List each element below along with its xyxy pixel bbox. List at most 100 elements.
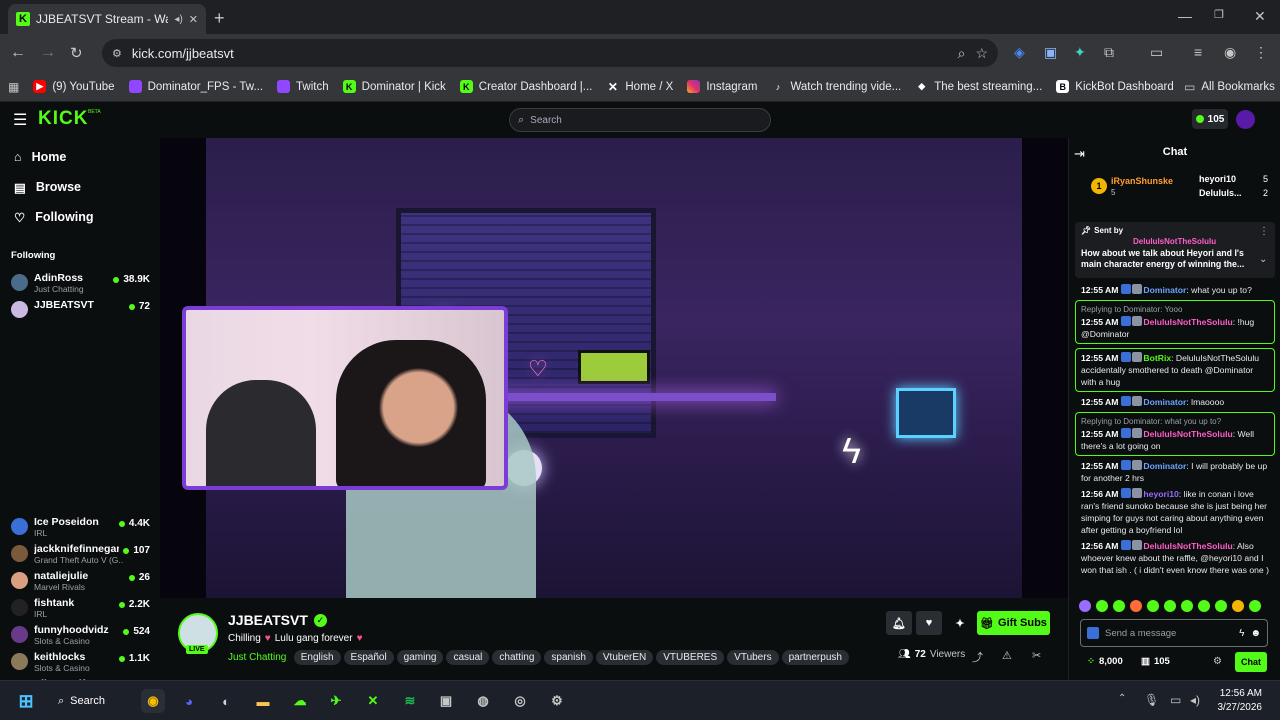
chevron-down-icon[interactable]: ⌄: [1259, 254, 1267, 265]
following-channel[interactable]: AdinRoss Just Chatting 38.9K: [0, 269, 160, 296]
extension-3-icon[interactable]: ✦: [1074, 44, 1086, 61]
close-tab-icon[interactable]: ✕: [189, 13, 198, 26]
stream-tag[interactable]: gaming: [396, 650, 444, 665]
stream-tag[interactable]: casual: [446, 650, 490, 665]
chat-input[interactable]: Send a message ϟ ☻: [1080, 619, 1268, 647]
chat-message[interactable]: 12:55 AM BotRix: DeluluIsNotTheSolulu acc…: [1075, 348, 1275, 392]
new-tab-icon[interactable]: +: [214, 8, 225, 29]
emote-icon[interactable]: [1232, 600, 1244, 612]
stream-tag[interactable]: VTubers: [727, 650, 779, 665]
chat-input-placeholder[interactable]: Send a message: [1105, 628, 1233, 639]
pinned-message[interactable]: 📌︎ Sent by DeluluIsNotTheSolulu How about…: [1075, 222, 1275, 278]
leader-name[interactable]: heyori10: [1199, 174, 1236, 184]
chevron-up-icon[interactable]: ⌃: [1118, 693, 1126, 704]
user-avatar[interactable]: [1236, 110, 1255, 129]
message-user[interactable]: Dominator: [1143, 397, 1186, 407]
chat-message[interactable]: 12:55 AM Dominator: I will probably be up…: [1069, 460, 1280, 484]
chat-settings-icon[interactable]: ⚙: [1213, 656, 1222, 667]
extensions-puzzle-icon[interactable]: ⧉: [1104, 44, 1114, 61]
url-text[interactable]: kick.com/jjbeatsvt: [132, 46, 948, 61]
more-options-icon[interactable]: ⋮: [1259, 226, 1269, 237]
emote-icon[interactable]: [1249, 600, 1261, 612]
kick-logo[interactable]: KICK: [38, 108, 88, 130]
following-channel[interactable]: keithlocks Slots & Casino 1.1K: [0, 648, 160, 675]
sub-count[interactable]: ▥ 105: [1141, 656, 1170, 667]
bookmark-item[interactable]: Dominator_FPS - Tw...: [128, 80, 263, 93]
stream-tag[interactable]: spanish: [544, 650, 593, 665]
message-user[interactable]: DeluluIsNotTheSolulu: [1143, 429, 1232, 439]
bookmark-item[interactable]: ▶ (9) YouTube: [33, 80, 115, 93]
obs-icon[interactable]: ◎: [508, 689, 532, 713]
nav-browse[interactable]: ▤ Browse: [0, 172, 160, 202]
following-channel[interactable]: nataliejulie Marvel Rivals 26: [0, 567, 160, 594]
network-icon[interactable]: ▭: [1170, 693, 1181, 707]
clip-icon[interactable]: ✂: [1032, 649, 1041, 662]
restore-icon[interactable]: ❐: [1214, 8, 1224, 21]
stream-tag[interactable]: VtuberEN: [595, 650, 654, 665]
chat-message[interactable]: Replying to Dominator: Yooo 12:55 AM Delul…: [1075, 300, 1275, 344]
emote-icon[interactable]: [1130, 600, 1142, 612]
share-icon[interactable]: ⤴: [972, 649, 983, 665]
chat-message[interactable]: Replying to Dominator: what you up to? 12…: [1075, 412, 1275, 456]
bookmark-item[interactable]: ♪ Watch trending vide...: [771, 80, 902, 93]
microphone-icon[interactable]: 🎙︎: [1144, 693, 1159, 707]
site-info-icon[interactable]: ⚙: [112, 47, 122, 60]
menu-dots-icon[interactable]: ⋮: [1254, 44, 1268, 61]
spotify-icon[interactable]: ≋: [398, 689, 422, 713]
notification-button[interactable]: 🔔︎: [886, 611, 912, 635]
volume-icon[interactable]: ◂): [1190, 693, 1200, 707]
leader-name[interactable]: Delululs...: [1199, 188, 1242, 198]
app-icon[interactable]: ◍: [471, 689, 495, 713]
mute-icon[interactable]: ◂): [174, 14, 182, 25]
bookmark-item[interactable]: Twitch: [277, 80, 329, 93]
extension-1-icon[interactable]: ◈: [1014, 44, 1025, 61]
chat-message[interactable]: 12:56 AM heyori10: like in conan i love r…: [1069, 488, 1280, 536]
emote-icon[interactable]: [1164, 600, 1176, 612]
stream-tag[interactable]: partnerpush: [781, 650, 849, 665]
windows-start-icon[interactable]: ⊞: [14, 689, 38, 713]
message-user[interactable]: DeluluIsNotTheSolulu: [1143, 317, 1232, 327]
bookmark-item[interactable]: ◆ The best streaming...: [915, 80, 1042, 93]
apps-grid-icon[interactable]: ▦: [8, 80, 19, 94]
report-icon[interactable]: ⚠: [1002, 649, 1012, 662]
following-channel[interactable]: Ice Poseidon IRL 4.4K: [0, 513, 160, 540]
nav-home[interactable]: ⌂ Home: [0, 142, 160, 172]
send-chat-button[interactable]: Chat: [1235, 652, 1267, 672]
message-user[interactable]: BotRix: [1143, 353, 1171, 363]
message-user[interactable]: Dominator: [1143, 285, 1186, 295]
bookmark-item[interactable]: ✕ Home / X: [606, 80, 673, 94]
browser-tab[interactable]: K JJBEATSVT Stream - Watch ◂) ✕: [8, 4, 206, 34]
following-channel[interactable]: JJBEATSVT 72: [0, 296, 160, 323]
media-controls-icon[interactable]: ≡: [1194, 44, 1202, 60]
reload-icon[interactable]: ↻: [70, 44, 83, 62]
zoom-icon[interactable]: ⌕: [958, 45, 966, 62]
follow-button[interactable]: ♥: [916, 611, 942, 635]
nav-following[interactable]: ♡ Following: [0, 202, 160, 232]
kick-app-icon[interactable]: ✈: [324, 689, 348, 713]
emote-icon[interactable]: [1215, 600, 1227, 612]
following-channel[interactable]: funnyhoodvidz Slots & Casino 524: [0, 621, 160, 648]
chat-message[interactable]: 12:56 AM DeluluIsNotTheSolulu: Also whoev…: [1069, 540, 1280, 576]
minimize-icon[interactable]: —: [1178, 8, 1192, 24]
stream-tag[interactable]: Español: [343, 650, 394, 665]
stream-tag[interactable]: VTUBERES: [656, 650, 725, 665]
emote-icon[interactable]: [1198, 600, 1210, 612]
forward-icon[interactable]: →: [40, 44, 56, 62]
channel-points[interactable]: ⁘ 8,000: [1087, 656, 1123, 667]
message-user[interactable]: Dominator: [1143, 461, 1186, 471]
leader-name[interactable]: iRyanShunske: [1111, 176, 1173, 186]
settings-icon[interactable]: ⚙: [545, 689, 569, 713]
profile-icon[interactable]: ◉: [1224, 44, 1236, 61]
message-user[interactable]: heyori10: [1143, 489, 1178, 499]
bookmark-star-icon[interactable]: ☆: [975, 45, 988, 62]
following-channel[interactable]: jackknifefinnegan Grand Theft Auto V (G..…: [0, 540, 160, 567]
emote-icon[interactable]: [1113, 600, 1125, 612]
extension-2-icon[interactable]: ▣: [1044, 44, 1057, 61]
bookmark-item[interactable]: Instagram: [687, 80, 757, 93]
gift-subs-button[interactable]: 🎁︎ Gift Subs: [977, 611, 1050, 635]
stream-tag[interactable]: English: [293, 650, 341, 665]
xbox-icon[interactable]: ✕: [361, 689, 385, 713]
app-green-icon[interactable]: ☁: [288, 689, 312, 713]
following-channel[interactable]: fishtank IRL 2.2K: [0, 594, 160, 621]
emote-icon[interactable]: [1181, 600, 1193, 612]
